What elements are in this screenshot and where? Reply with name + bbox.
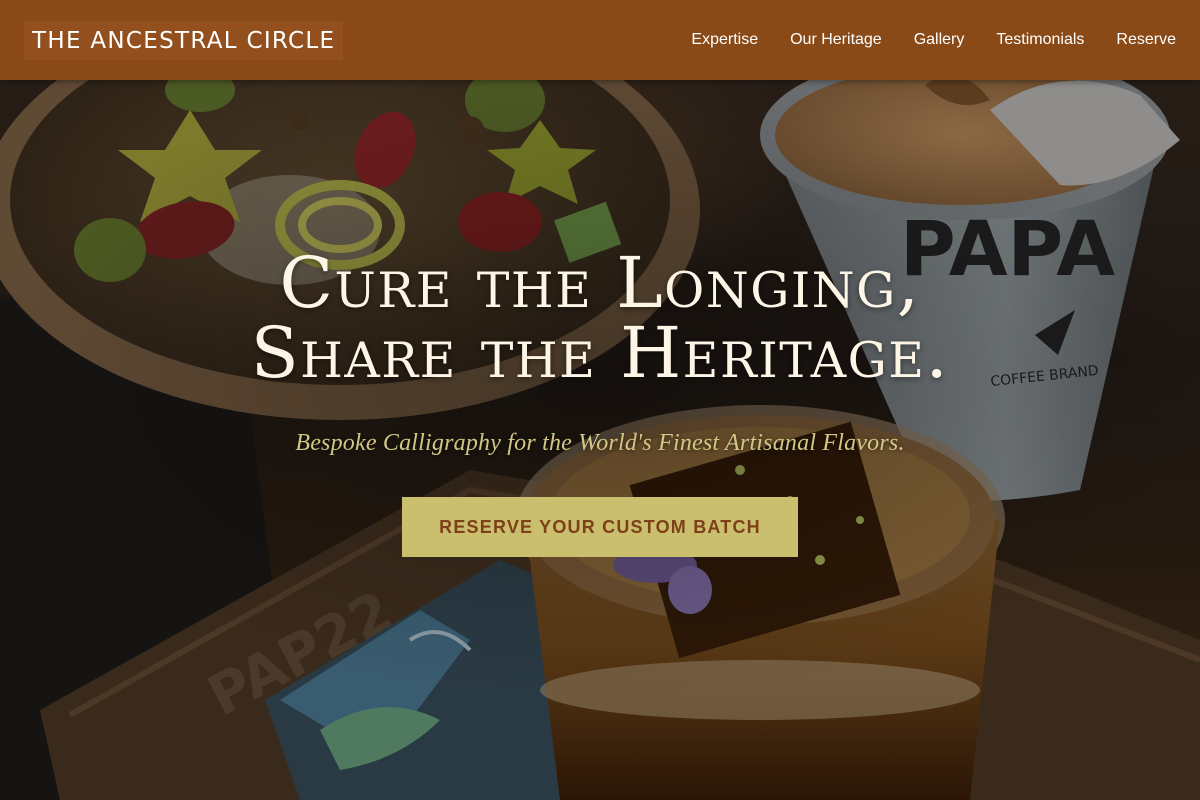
cta-container: RESERVE YOUR CUSTOM BATCH: [0, 497, 1200, 557]
nav-link-expertise[interactable]: Expertise: [691, 31, 758, 49]
site-header: THE ANCESTRAL CIRCLE Expertise Our Herit…: [0, 0, 1200, 80]
nav-link-reserve[interactable]: Reserve: [1116, 31, 1176, 49]
hero-headline-line-2: Share the Heritage.: [250, 312, 950, 394]
reserve-batch-button[interactable]: RESERVE YOUR CUSTOM BATCH: [402, 497, 798, 557]
nav-link-testimonials[interactable]: Testimonials: [996, 31, 1084, 49]
nav-link-our-heritage[interactable]: Our Heritage: [790, 31, 882, 49]
brand-logo[interactable]: THE ANCESTRAL CIRCLE: [24, 20, 344, 60]
hero-tagline: Bespoke Calligraphy for the World's Fine…: [295, 430, 905, 456]
hero-headline: Cure the Longing, Share the Heritage.: [0, 248, 1200, 388]
main-nav: Expertise Our Heritage Gallery Testimoni…: [659, 31, 1176, 49]
landing-page: PAP22 PAPA: [0, 0, 1200, 800]
hero-section: Cure the Longing, Share the Heritage. Be…: [0, 248, 1200, 557]
nav-link-gallery[interactable]: Gallery: [914, 31, 965, 49]
hero-headline-line-1: Cure the Longing,: [279, 242, 921, 324]
